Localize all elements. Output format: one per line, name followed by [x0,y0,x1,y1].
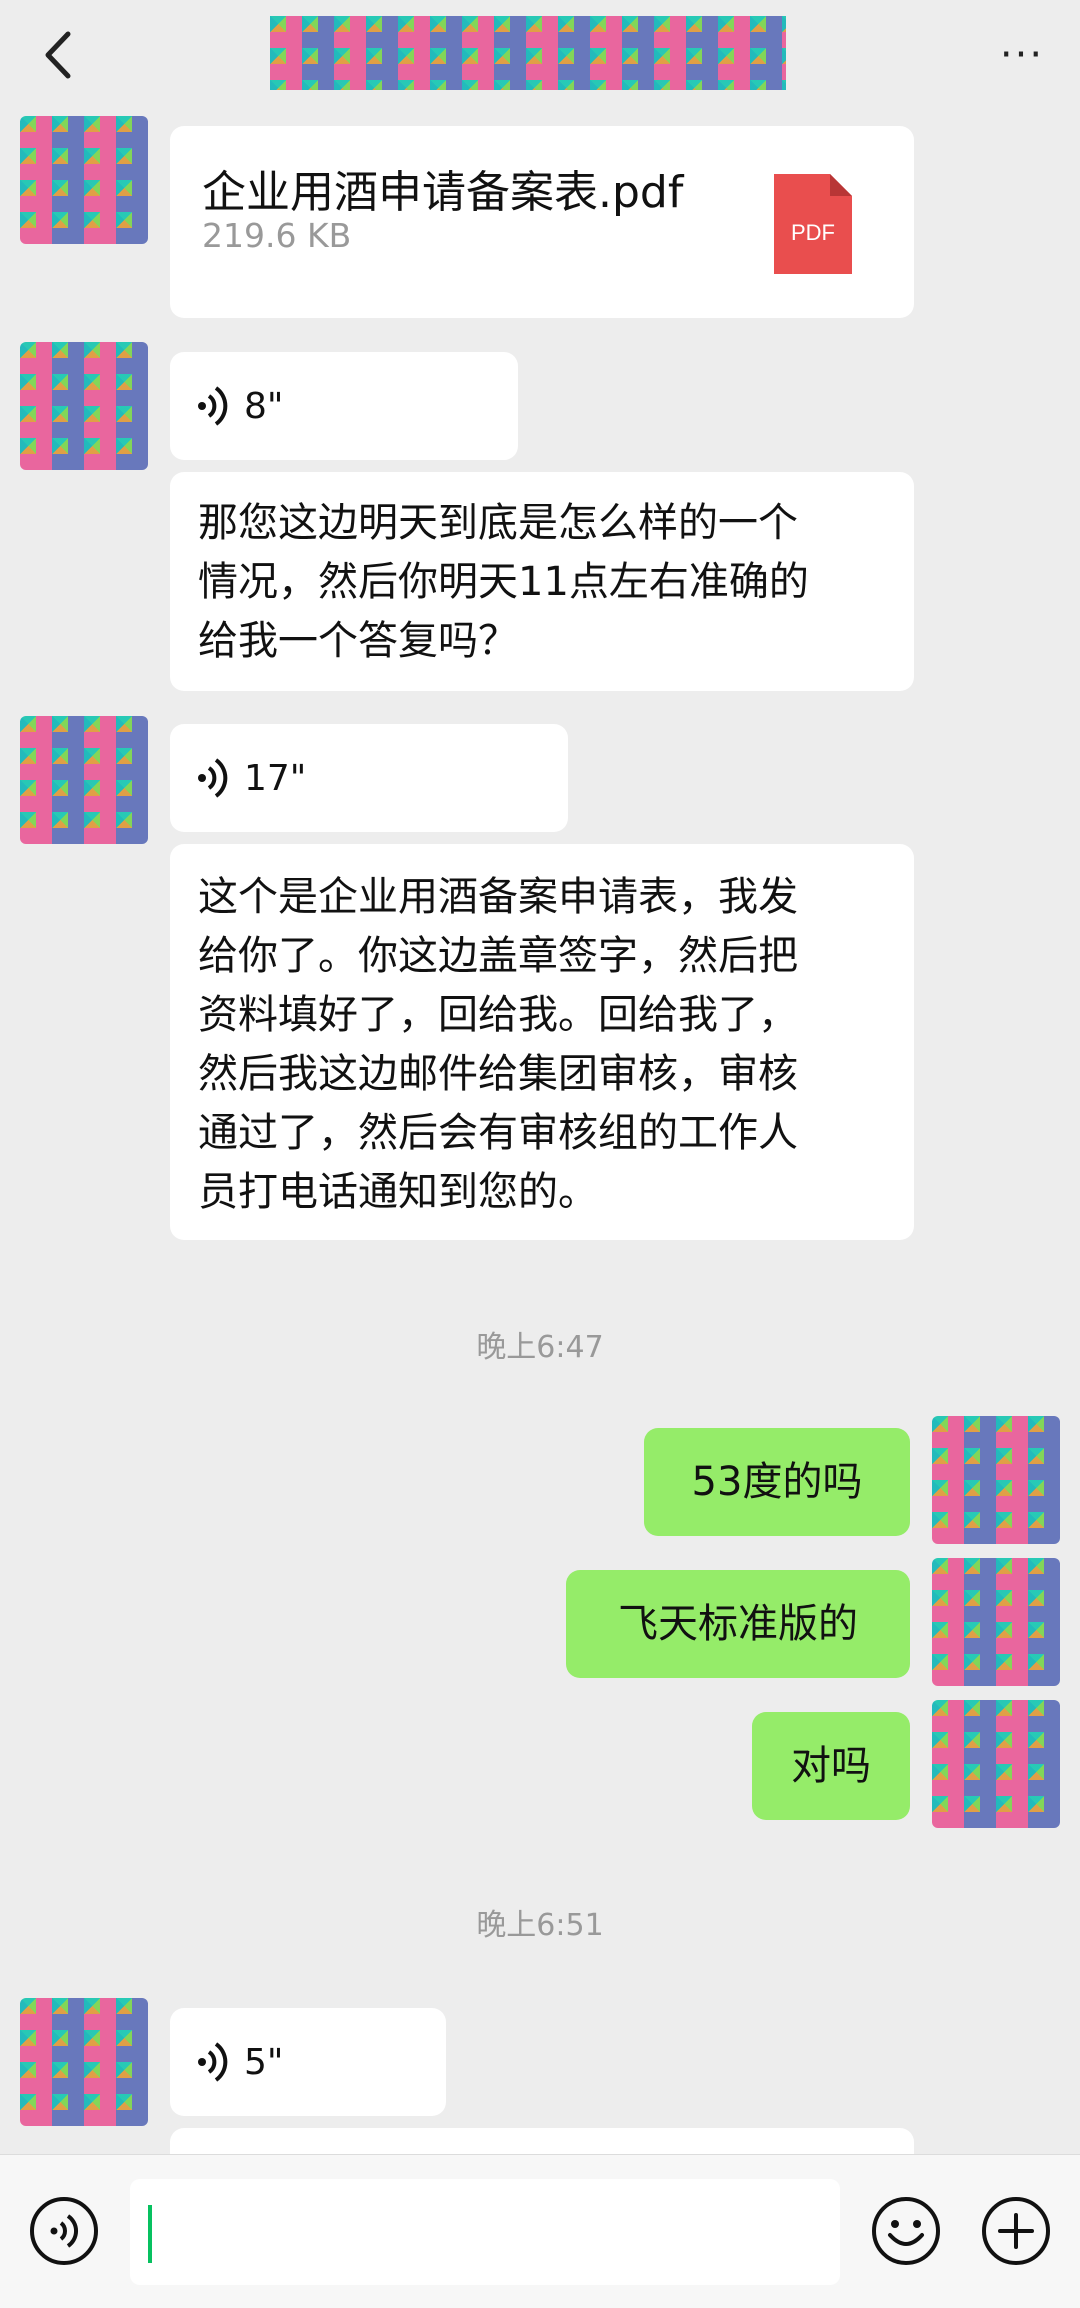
voice-mode-icon [30,2197,98,2265]
voice-wave-icon [198,2042,228,2082]
message-text: 对吗 [791,1742,871,1789]
message-line: 然后我这边邮件给集团审核，审核 [198,1051,798,1097]
input-bar [0,2154,1080,2308]
emoji-button[interactable] [870,2195,942,2267]
voice-duration: 5" [244,2041,284,2083]
file-message-bubble[interactable]: 企业用酒申请备案表.pdf 219.6 KB PDF [170,126,914,318]
message-line: 这个是企业用酒备案申请表，我发 [198,874,798,920]
my-avatar[interactable] [932,1416,1060,1544]
file-name: 企业用酒申请备案表.pdf [202,167,684,218]
top-bar: ··· [0,0,1080,110]
pdf-file-icon: PDF [774,174,852,274]
plus-icon [982,2197,1050,2265]
contact-avatar[interactable] [20,1998,148,2126]
text-message-bubble[interactable]: 这个是企业用酒备案申请表，我发 给你了。你这边盖章签字，然后把 资料填好了，回给… [170,844,914,1240]
message-text: 53度的吗 [691,1458,863,1505]
message-line: 资料填好了，回给我。回给我了， [198,992,798,1038]
my-avatar[interactable] [932,1700,1060,1828]
timestamp: 晚上6:51 [476,1908,604,1943]
more-options-button[interactable]: ··· [992,30,1052,80]
message-line: 给我一个答复吗？ [198,618,518,664]
more-actions-button[interactable] [980,2195,1052,2267]
contact-avatar[interactable] [20,116,148,244]
voice-duration: 17" [244,757,307,799]
message-line: 情况，然后你明天11点左右准确的 [198,559,809,605]
voice-message-bubble[interactable]: 5" [170,2008,446,2116]
message-line: 通过了，然后会有审核组的工作人 [198,1110,798,1156]
text-message-bubble[interactable]: 那您这边明天到底是怎么样的一个 情况，然后你明天11点左右准确的 给我一个答复吗… [170,472,914,691]
message-text: 飞天标准版的 [618,1600,858,1647]
voice-duration: 8" [244,385,284,427]
chat-title-banner [270,16,786,90]
message-line: 员打电话通知到您的。 [198,1169,598,1215]
outgoing-message-bubble[interactable]: 53度的吗 [644,1428,910,1536]
back-button[interactable] [34,22,84,88]
emoji-icon [872,2197,940,2265]
contact-avatar[interactable] [20,342,148,470]
outgoing-message-bubble[interactable]: 对吗 [752,1712,910,1820]
message-line: 给你了。你这边盖章签字，然后把 [198,933,798,979]
file-size: 219.6 KB [202,216,352,255]
voice-message-bubble[interactable]: 17" [170,724,568,832]
voice-wave-icon [198,386,228,426]
voice-message-bubble[interactable]: 8" [170,352,518,460]
chevron-left-icon [45,31,71,79]
message-line: 那您这边明天到底是怎么样的一个 [198,500,798,546]
contact-avatar[interactable] [20,716,148,844]
my-avatar[interactable] [932,1558,1060,1686]
pdf-icon-label: PDF [791,220,835,245]
timestamp: 晚上6:47 [476,1330,604,1365]
voice-wave-icon [198,758,228,798]
outgoing-message-bubble[interactable]: 飞天标准版的 [566,1570,910,1678]
voice-input-button[interactable] [28,2195,100,2267]
text-cursor [148,2205,152,2263]
message-input[interactable] [130,2179,840,2285]
